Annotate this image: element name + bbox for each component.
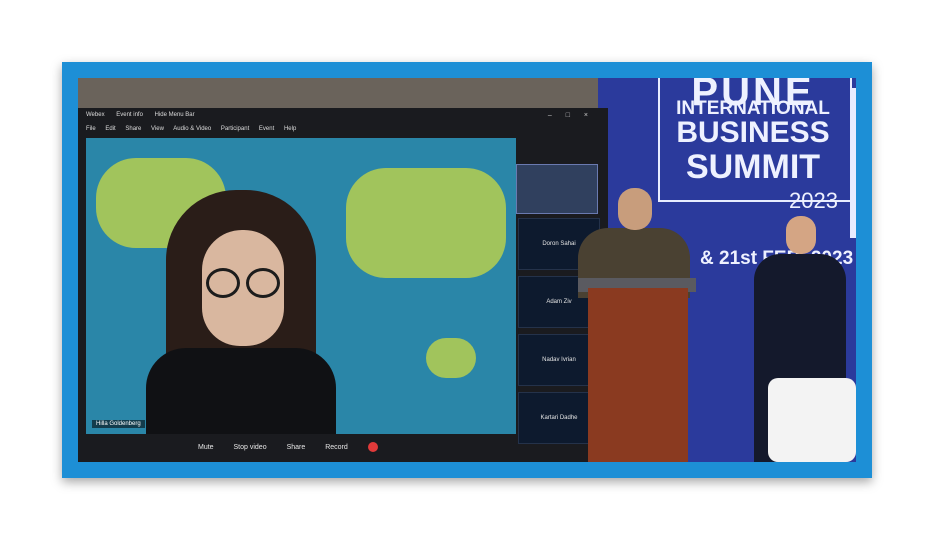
meeting-controls: Mute Stop video Share Record (198, 442, 396, 452)
menu-event[interactable]: Event (259, 126, 274, 132)
participant-body (146, 348, 336, 434)
menu-row: File Edit Share View Audio & Video Parti… (86, 126, 304, 132)
menu-webex[interactable]: Webex (86, 112, 105, 118)
mute-button[interactable]: Mute (198, 444, 214, 451)
projection-screen: Webex Event info Hide Menu Bar – □ × Fil… (78, 108, 608, 462)
white-chair (768, 378, 856, 462)
menu-hide-bar[interactable]: Hide Menu Bar (155, 112, 195, 118)
record-button[interactable]: Record (325, 444, 348, 451)
map-eurasia (346, 168, 506, 278)
menu-help[interactable]: Help (284, 126, 296, 132)
speaker-head (618, 188, 652, 230)
banner-edge (850, 88, 856, 238)
window-controls[interactable]: – □ × (548, 112, 594, 119)
webex-menubar: Webex Event info Hide Menu Bar (86, 112, 596, 124)
menu-view[interactable]: View (151, 126, 164, 132)
menu-audio-video[interactable]: Audio & Video (173, 126, 211, 132)
menu-participant[interactable]: Participant (221, 126, 249, 132)
menu-event-info[interactable]: Event info (116, 112, 143, 118)
menu-file[interactable]: File (86, 126, 96, 132)
banner-line4: SUMMIT (685, 148, 821, 186)
participant-name: Hilla Goldenberg (92, 420, 145, 428)
share-button[interactable]: Share (287, 444, 306, 451)
event-photo: PUNE INTERNATIONAL BUSINESS SUMMIT 2023 … (78, 78, 856, 462)
menu-share[interactable]: Share (125, 126, 141, 132)
map-australia (426, 338, 476, 378)
menu-edit[interactable]: Edit (105, 126, 115, 132)
end-call-icon[interactable] (367, 442, 378, 452)
banner-line3: BUSINESS (676, 116, 830, 149)
podium (588, 288, 688, 462)
banner-year: 2023 (789, 188, 838, 213)
photo-frame: PUNE INTERNATIONAL BUSINESS SUMMIT 2023 … (62, 62, 872, 478)
attendee-head (786, 216, 816, 254)
stop-video-button[interactable]: Stop video (234, 444, 267, 451)
glasses-right (246, 268, 280, 298)
main-video: Hilla Goldenberg (86, 138, 516, 434)
shared-content-thumb[interactable] (516, 164, 598, 214)
glasses-left (206, 268, 240, 298)
